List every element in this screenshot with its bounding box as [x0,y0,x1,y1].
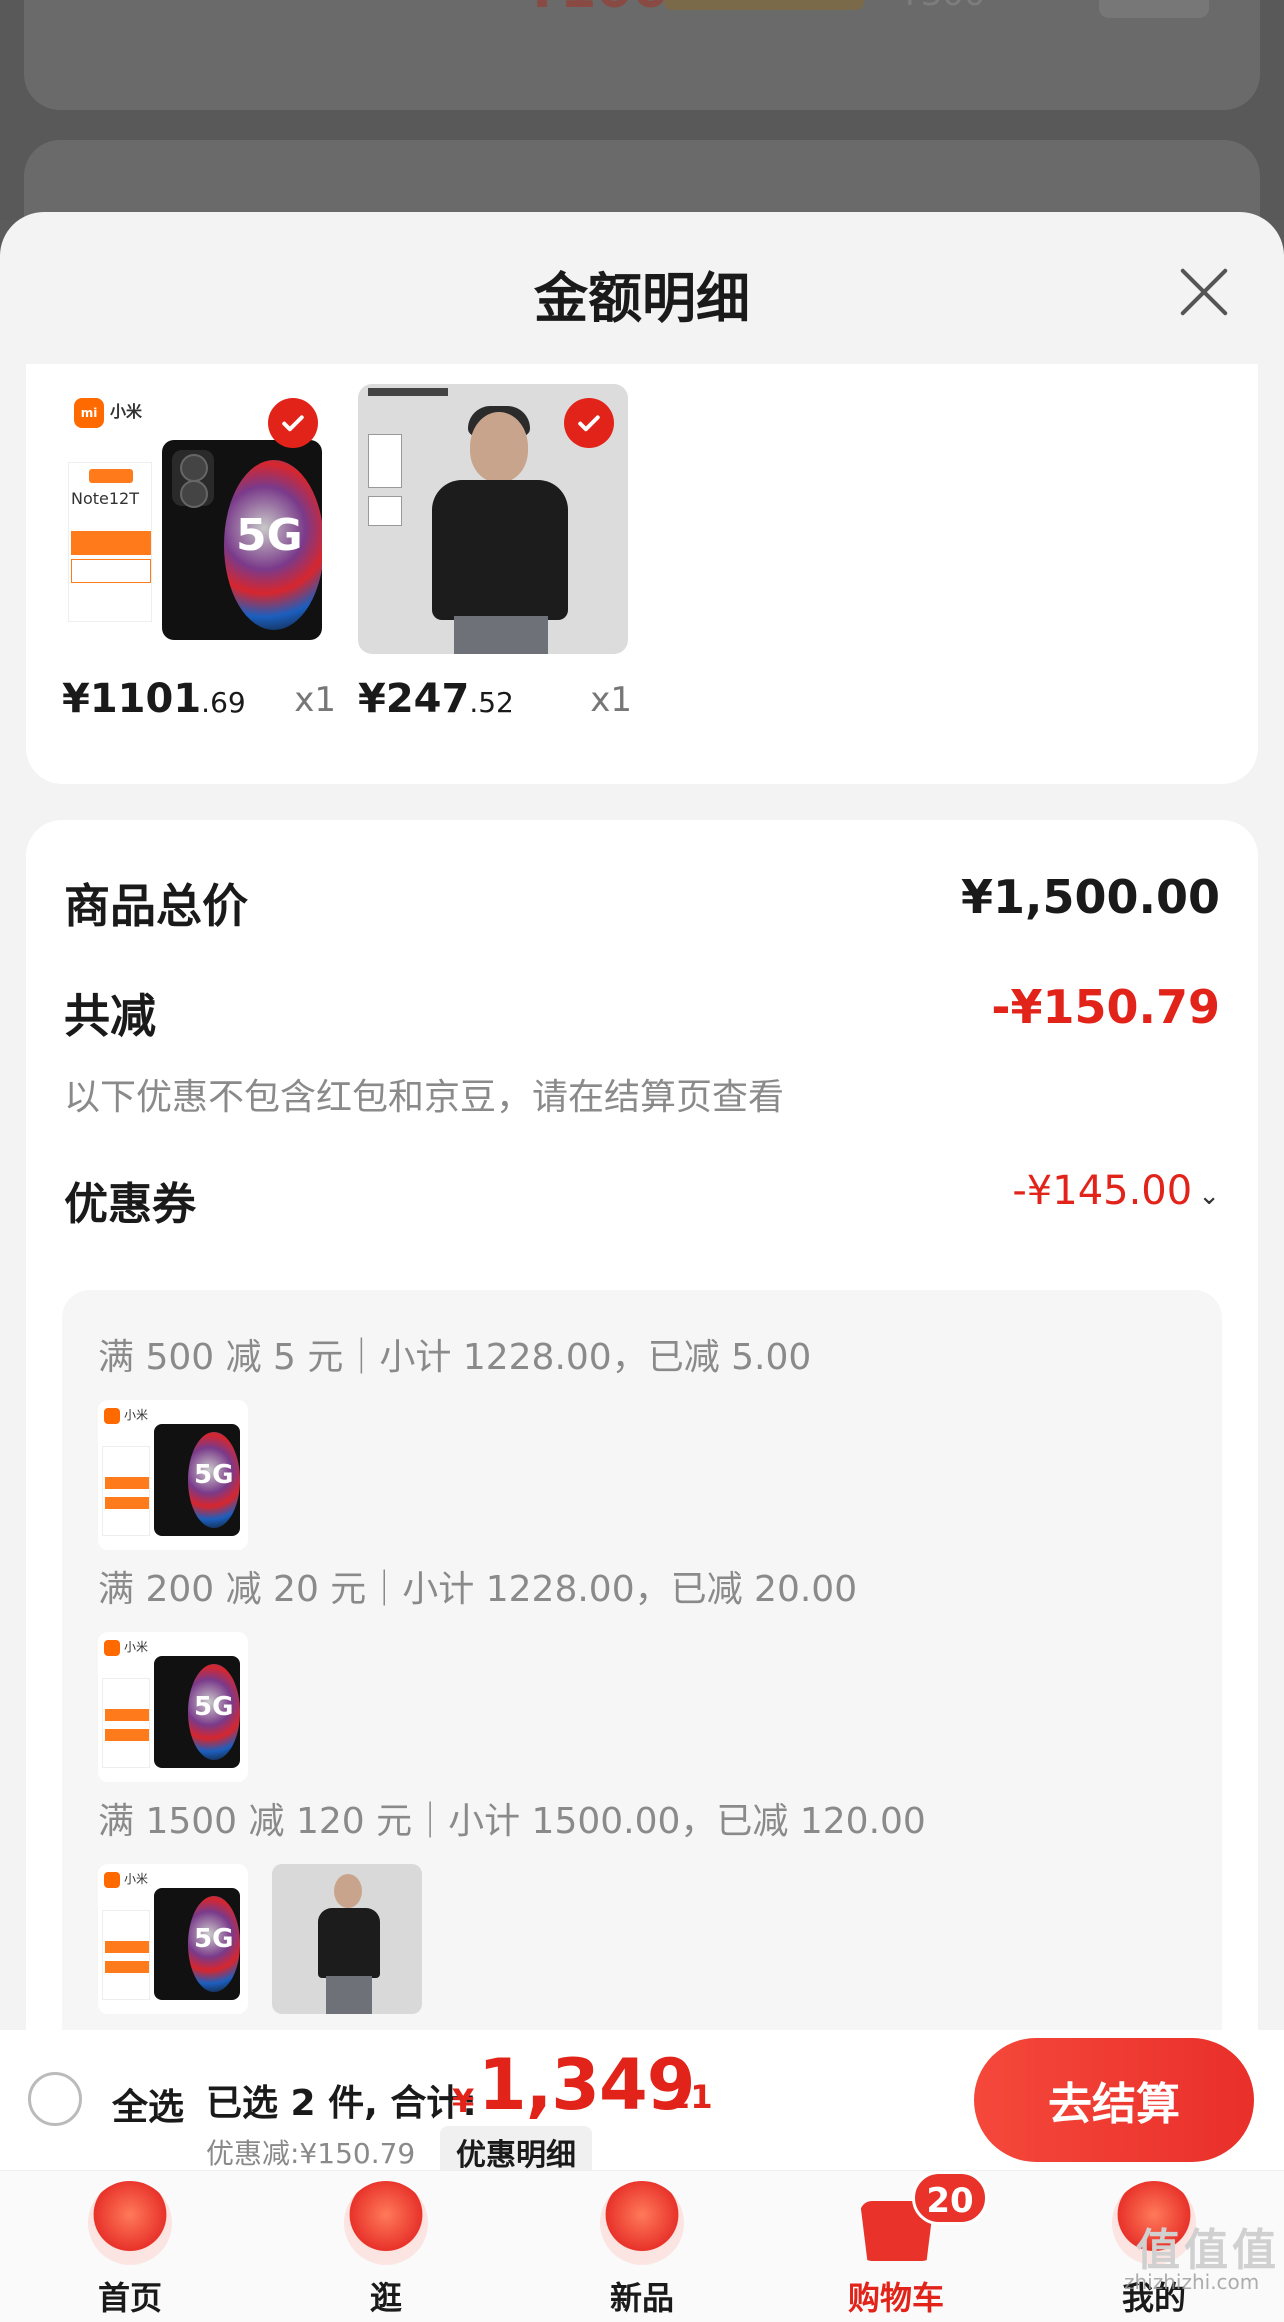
background-promo-tag [664,0,864,10]
checked-icon[interactable] [564,398,614,448]
mi-logo-icon: mi [74,398,104,428]
background-qty-stepper [1099,0,1209,18]
discount-note: 以下优惠不包含红包和京豆，请在结算页查看 [64,1077,785,1118]
select-all-radio[interactable] [28,2072,82,2126]
product-list: mi 小米 Note12T 5G ¥1101.69 x1 ¥247.52 x1 [26,364,1258,784]
coupon-rule: 满 1500 减 120 元｜小计 1500.00，已减 120.00 [98,1801,926,1842]
cart-count-badge: 20 [912,2171,988,2225]
total-currency: ¥ [452,2082,475,2120]
home-icon [88,2181,172,2265]
select-all-label[interactable]: 全选 [112,2078,184,2130]
browse-icon [344,2181,428,2265]
watermark-glyphs: 值值值 [1136,2225,1280,2276]
tab-label: 逛 [369,2279,402,2317]
total-price-value: ¥1,500.00 [961,870,1220,924]
price-summary: 商品总价 ¥1,500.00 共减 -¥150.79 以下优惠不包含红包和京豆，… [26,820,1258,2100]
shirt-product-image [358,384,628,654]
total-amount-decimal: .21 [656,2078,713,2116]
selected-count: 已选 2 件, 合计: [206,2083,477,2124]
product-qty: x1 [294,680,336,720]
checked-icon[interactable] [268,398,318,448]
product-price: ¥247.52 [358,676,514,722]
discount-amount: 优惠减:¥150.79 [206,2137,416,2170]
product-item[interactable]: ¥247.52 x1 [358,384,632,736]
phone-product-image: mi 小米 Note12T 5G [62,384,332,654]
coupon-rule: 满 200 减 20 元｜小计 1228.00，已减 20.00 [98,1569,858,1610]
tab-browse[interactable]: 逛 [306,2171,466,2322]
checkout-button[interactable]: 去结算 [974,2038,1254,2162]
watermark: zhizhizhi.com [1124,2270,1260,2294]
coupon-label: 优惠券 [64,1179,196,1230]
coupon-rule: 满 500 减 5 元｜小计 1228.00，已减 5.00 [98,1337,812,1378]
product-item[interactable]: mi 小米 Note12T 5G ¥1101.69 x1 [62,384,336,736]
background-price: ¥100 [524,0,669,20]
coupon-product-thumb: 小米 5G [98,1400,248,1550]
coupon-value: -¥145.00 ⌄ [1012,1168,1220,1214]
product-price: ¥1101.69 [62,676,246,722]
brand-label: 小米 [110,402,143,421]
coupon-product-thumb: 小米 5G [98,1632,248,1782]
coupon-detail-box: 满 500 减 5 元｜小计 1228.00，已减 5.00 小米 5G 满 2… [62,1290,1222,2060]
total-price-label: 商品总价 [64,879,248,933]
tab-label: 购物车 [847,2279,944,2317]
checkout-bar: 全选 已选 2 件, 合计: ¥ 1,349 .21 优惠减:¥150.79 优… [0,2030,1284,2178]
gift-box-icon [600,2181,684,2265]
background-old-price: ¥300 [899,0,986,14]
background-cart-item: ¥100 ¥300 [24,0,1260,110]
phone-box-graphic: Note12T [68,462,152,622]
coupon-product-thumb: 小米 5G [98,1864,248,2014]
tab-new[interactable]: 新品 [562,2171,722,2322]
sheet-title: 金额明细 [534,267,750,330]
model-label: Note12T [71,489,140,508]
phone-graphic: 5G [162,440,322,640]
amount-detail-sheet: 金额明细 mi 小米 Note12T 5G ¥1101.69 x1 ¥247.5… [0,212,1284,2100]
total-reduce-label: 共减 [64,989,156,1043]
tab-home[interactable]: 首页 [50,2171,210,2322]
product-qty: x1 [590,680,632,720]
tab-label: 首页 [97,2279,162,2317]
tab-cart[interactable]: 20 购物车 [816,2171,988,2322]
close-icon[interactable] [1176,264,1232,320]
total-reduce-value: -¥150.79 [991,980,1220,1034]
5g-label: 5G [236,510,303,561]
coupon-product-thumb [272,1864,422,2014]
tab-label: 新品 [609,2279,674,2317]
chevron-down-icon[interactable]: ⌄ [1198,1181,1220,1211]
bottom-tab-bar: 首页 逛 新品 20 购物车 我的 [0,2170,1284,2322]
